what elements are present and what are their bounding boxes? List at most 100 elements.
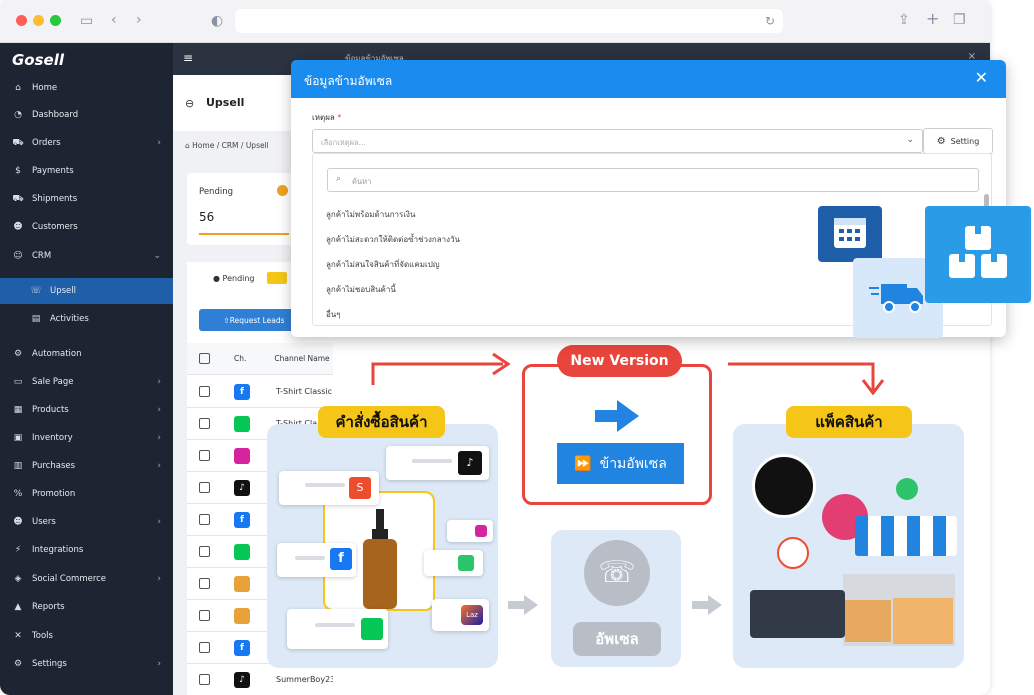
modal-close-icon[interactable]: ✕ (975, 68, 988, 87)
setting-button[interactable]: ⚙ Setting (923, 128, 993, 154)
share-icon[interactable]: ⇪ (898, 13, 910, 27)
chevron-icon: › (157, 433, 161, 443)
row-checkbox[interactable] (199, 610, 210, 621)
sidebar-item-customers[interactable]: ☻ Customers (0, 214, 173, 240)
address-bar[interactable]: ↻ (235, 9, 783, 33)
sidebar-item-label: Integrations (32, 545, 84, 555)
sidebar-item-upsell[interactable]: ☏ Upsell (0, 278, 173, 304)
customers-icon: ☻ (13, 222, 23, 232)
maximize-window-button[interactable] (50, 15, 61, 26)
breadcrumb: ⌂ Home / CRM / Upsell (185, 141, 269, 150)
row-checkbox[interactable] (199, 482, 210, 493)
table-row[interactable]: f T-Shirt Classic (187, 376, 347, 408)
purchases-icon: ▥ (13, 461, 23, 471)
close-window-button[interactable] (16, 15, 27, 26)
facebook-icon: f (234, 511, 250, 528)
sidebar-item-activities[interactable]: ▤ Activities (0, 306, 173, 332)
green-shop-icon (458, 555, 474, 571)
sidebar-item-settings[interactable]: ⚙ Settings › (0, 651, 173, 677)
tiktok-icon: ♪ (458, 451, 482, 475)
sidebar-item-tools[interactable]: ✕ Tools (0, 623, 173, 649)
lazada-order-card: Laz (432, 599, 489, 631)
sidebar-item-social-commerce[interactable]: ◈ Social Commerce › (0, 566, 173, 592)
sidebar-item-label: Customers (32, 222, 78, 232)
sidebar-item-users[interactable]: ☻ Users › (0, 509, 173, 535)
sidebar-item-integrations[interactable]: ⚡ Integrations (0, 537, 173, 563)
reason-option[interactable]: ลูกค้าไม่พร้อมด้านการเงิน (326, 208, 415, 221)
sidebar-item-automation[interactable]: ⚙ Automation (0, 341, 173, 367)
row-checkbox[interactable] (199, 642, 210, 653)
row-checkbox[interactable] (199, 386, 210, 397)
tab-pending[interactable]: ● Pending (213, 274, 255, 283)
order-line (305, 483, 345, 487)
search-placeholder: ค้นหา (352, 177, 372, 186)
sidebar-item-shipments[interactable]: ⛟ Shipments (0, 186, 173, 212)
sidebar-item-label: Orders (32, 138, 61, 148)
products-icon: ▦ (13, 405, 23, 415)
tabs-overview-icon[interactable]: ❐ (953, 13, 966, 27)
row-checkbox[interactable] (199, 546, 210, 557)
shop-order-card (424, 550, 483, 576)
sidebar-item-products[interactable]: ▦ Products › (0, 397, 173, 423)
sidebar-toggle-icon[interactable]: ▭ (80, 14, 93, 28)
back-arrow-icon[interactable]: ⊖ (185, 97, 194, 110)
select-all-checkbox[interactable] (199, 353, 210, 364)
sidebar-item-dashboard[interactable]: ◔ Dashboard (0, 102, 173, 128)
skip-upsell-button[interactable]: ⏩ ข้ามอัพเซล (557, 443, 684, 484)
new-version-badge: New Version (557, 345, 682, 377)
sidebar-item-label: Purchases (32, 461, 76, 471)
sidebar-item-reports[interactable]: ▲ Reports (0, 594, 173, 620)
reason-option[interactable]: ลูกค้าไม่สนใจสินค้าที่จัดแคมเปญ (326, 258, 440, 271)
reason-option[interactable]: อื่นๆ (326, 308, 341, 321)
sidebar-item-inventory[interactable]: ▣ Inventory › (0, 425, 173, 451)
reason-option[interactable]: ลูกค้าไม่สะดวกให้ติดต่อซ้ำช่วงกลางวัน (326, 233, 460, 246)
row-checkbox[interactable] (199, 418, 210, 429)
sidebar-item-home[interactable]: ⌂ Home (0, 75, 173, 101)
chevron-down-icon: ⌄ (906, 135, 914, 145)
sidebar-item-purchases[interactable]: ▥ Purchases › (0, 453, 173, 479)
row-checkbox[interactable] (199, 514, 210, 525)
row-checkbox[interactable] (199, 450, 210, 461)
sidebar-item-payments[interactable]: $ Payments (0, 158, 173, 184)
reason-select[interactable]: เลือกเหตุผล... ⌄ (312, 129, 923, 153)
sidebar-item-promotion[interactable]: % Promotion (0, 481, 173, 507)
reason-select-placeholder: เลือกเหตุผล... (321, 138, 366, 147)
serum-bottle-icon (363, 509, 397, 609)
store-awning (855, 516, 957, 556)
sidebar-item-label: Sale Page (32, 377, 74, 387)
row-checkbox[interactable] (199, 674, 210, 685)
sidebar-item-label: Tools (32, 631, 53, 641)
order-line (295, 556, 325, 560)
row-checkbox[interactable] (199, 578, 210, 589)
parcel-box-large (893, 598, 953, 644)
pending-tab-badge (267, 272, 287, 284)
sidebar-item-crm[interactable]: ☺ CRM ⌄ (0, 243, 173, 269)
sidebar-item-sale-page[interactable]: ▭ Sale Page › (0, 369, 173, 395)
automation-icon: ⚙ (13, 349, 23, 359)
line-icon (234, 415, 250, 432)
chevron-icon: › (157, 461, 161, 471)
sidebar-item-label: Reports (32, 602, 65, 612)
new-tab-icon[interactable]: + (926, 11, 939, 27)
sidebar-item-orders[interactable]: ⛟ Orders › (0, 130, 173, 156)
facebook-icon: f (330, 548, 352, 570)
phone-icon: ☏ (30, 286, 42, 296)
chevron-icon: › (157, 377, 161, 387)
shopee-shop-icon (777, 537, 809, 569)
tiktok-icon: ♪ (234, 671, 250, 688)
shield-icon[interactable]: ◐ (211, 14, 223, 28)
back-icon[interactable]: ‹ (111, 13, 117, 27)
forward-icon[interactable]: › (136, 13, 142, 27)
col-channel-name-header: Channel Name (274, 354, 330, 363)
minimize-window-button[interactable] (33, 15, 44, 26)
modal-title: ข้อมูลข้ามอัพเซล (304, 74, 393, 88)
reason-search-input[interactable]: ⌕ ค้นหา (327, 168, 979, 192)
reason-option[interactable]: ลูกค้าไม่ชอบสินค้านี้ (326, 283, 396, 296)
menu-icon[interactable]: ≡ (183, 51, 193, 65)
reload-icon[interactable]: ↻ (765, 14, 775, 28)
reason-label: เหตุผล * (312, 113, 342, 122)
table-row[interactable]: ♪ SummerBoy23 (187, 664, 347, 695)
sidebar-item-label: Settings (32, 659, 67, 669)
line-order-card (287, 609, 388, 649)
chevron-icon: ⌄ (153, 251, 161, 261)
